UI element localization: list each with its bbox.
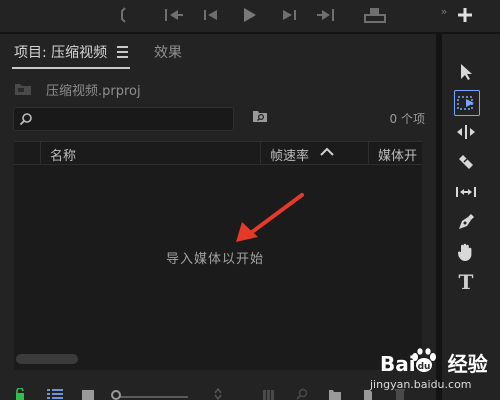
play-icon[interactable] <box>241 6 259 24</box>
horizontal-scrollbar[interactable] <box>16 354 78 364</box>
step-back-icon[interactable] <box>202 6 220 24</box>
more-chevrons-icon[interactable]: » <box>438 2 450 20</box>
item-count: 0 个项 <box>389 112 425 126</box>
ripple-edit-icon <box>457 125 475 139</box>
step-forward-icon[interactable] <box>280 6 298 24</box>
slip-icon <box>456 187 476 197</box>
export-frame-icon[interactable] <box>364 6 386 24</box>
find-icon[interactable] <box>296 388 308 400</box>
active-tab-indicator <box>12 67 130 69</box>
search-input[interactable] <box>38 110 228 128</box>
column-media-start[interactable]: 媒体开 <box>378 145 417 164</box>
sort-icons-icon[interactable] <box>212 388 224 400</box>
media-list[interactable]: 名称 帧速率 媒体开 导入媒体以开始 <box>14 141 422 370</box>
track-select-forward-icon <box>457 96 474 110</box>
type-tool[interactable]: T <box>454 270 478 294</box>
razor-tool[interactable] <box>454 150 478 174</box>
column-name[interactable]: 名称 <box>50 145 76 164</box>
column-divider <box>40 142 41 164</box>
transport-bar: » <box>0 0 500 34</box>
zoom-slider[interactable] <box>110 388 190 400</box>
selection-arrow-icon <box>461 64 472 80</box>
pen-nib-icon <box>459 214 474 229</box>
tab-project[interactable]: 项目: 压缩视频 <box>14 44 107 62</box>
project-folder-icon <box>15 84 31 95</box>
sort-ascending-icon[interactable] <box>320 147 334 157</box>
mark-in-icon[interactable] <box>119 6 129 24</box>
add-button[interactable] <box>456 6 474 24</box>
track-select-tool[interactable] <box>454 90 480 116</box>
hand-tool[interactable] <box>454 240 478 264</box>
search-icon <box>19 113 32 126</box>
pen-tool[interactable] <box>454 210 478 234</box>
search-box[interactable] <box>13 107 234 131</box>
column-frame-rate[interactable]: 帧速率 <box>270 145 309 164</box>
list-header: 名称 帧速率 媒体开 <box>14 142 422 165</box>
slip-tool[interactable] <box>454 180 478 204</box>
project-path: 压缩视频.prproj <box>14 80 141 99</box>
empty-import-message: 导入媒体以开始 <box>166 252 265 267</box>
new-search-bin-icon[interactable] <box>252 108 268 124</box>
watermark-logo-text: Bai 经验 <box>380 352 488 376</box>
watermark-url: jingyan.baidu.com <box>370 378 472 391</box>
new-bin-icon[interactable] <box>328 388 342 400</box>
column-divider <box>260 142 261 164</box>
baidu-jingyan-watermark: du Bai 经验 jingyan.baidu.com <box>366 346 496 398</box>
ripple-edit-tool[interactable] <box>454 120 478 144</box>
icon-view-icon[interactable] <box>81 388 95 400</box>
pointer-arrow-annotation <box>236 193 304 242</box>
go-to-out-icon[interactable] <box>316 6 336 24</box>
go-to-in-icon[interactable] <box>164 6 184 24</box>
selection-tool[interactable] <box>454 60 478 84</box>
hand-icon <box>457 243 472 261</box>
razor-blade-icon <box>459 155 473 169</box>
tab-effects[interactable]: 效果 <box>154 44 182 62</box>
automate-sequence-icon[interactable] <box>262 388 276 400</box>
lock-icon[interactable] <box>14 388 26 400</box>
project-file-name: 压缩视频.prproj <box>46 83 141 99</box>
panel-menu-icon[interactable] <box>117 46 128 58</box>
column-divider <box>368 142 369 164</box>
list-view-icon[interactable] <box>46 388 64 400</box>
